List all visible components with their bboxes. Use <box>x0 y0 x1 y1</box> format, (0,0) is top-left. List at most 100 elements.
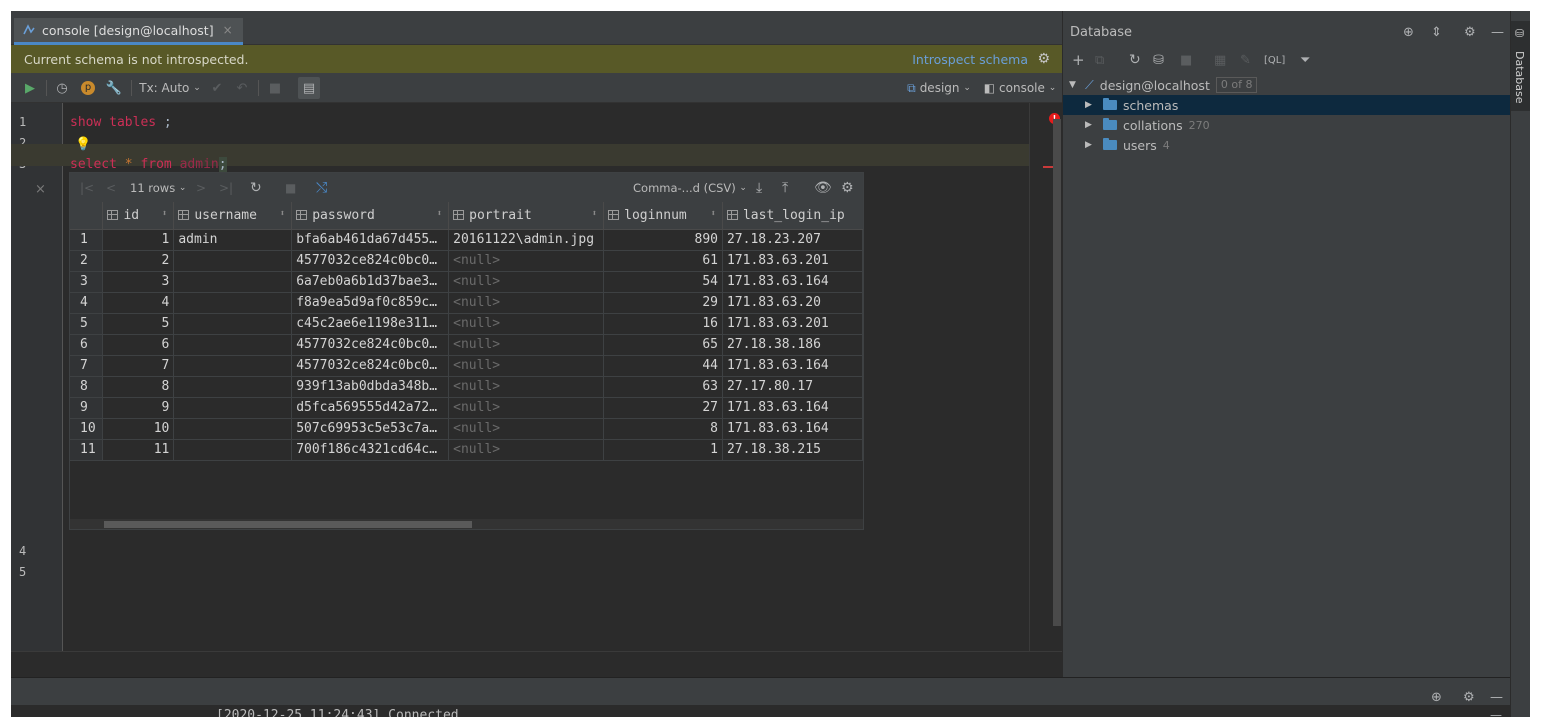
cell-password[interactable]: 939f13ab0dbda348b… <box>291 376 450 398</box>
column-header-portrait[interactable]: portrait ⬍ <box>448 202 605 230</box>
sort-icon[interactable]: ⬍ <box>592 209 597 219</box>
cell-username[interactable] <box>173 418 293 440</box>
cell-password[interactable]: 700f186c4321cd64c… <box>291 439 450 461</box>
cell-username[interactable] <box>173 250 293 272</box>
cell-last-login-ip[interactable]: 171.83.63.201 <box>722 250 864 272</box>
database-tool-tab[interactable]: ⛁ Database <box>1511 21 1530 111</box>
gear-icon[interactable]: ⚙ <box>1464 21 1476 43</box>
cell-portrait[interactable]: <null> <box>448 292 605 314</box>
cell-loginnum[interactable]: 54 <box>603 271 723 293</box>
table-row[interactable]: 4 4 f8a9ea5d9af0c859c… <null> 29 171.83.63.20 <box>70 292 864 314</box>
compare-icon[interactable]: ⤭ <box>316 173 327 202</box>
stop-icon[interactable]: ■ <box>1180 47 1192 73</box>
cell-last-login-ip[interactable]: 27.18.23.207 <box>722 229 864 251</box>
refresh-icon[interactable]: ↻ <box>250 173 262 202</box>
cell-id[interactable]: 2 <box>102 250 175 272</box>
sort-icon[interactable]: ⬍ <box>711 209 716 219</box>
table-row[interactable]: 6 6 4577032ce824c0bc0… <null> 65 27.18.38.186 <box>70 334 864 356</box>
cell-portrait[interactable]: <null> <box>448 397 605 419</box>
console-dropdown[interactable]: ◧ console ⌄ <box>983 73 1057 103</box>
cell-username[interactable] <box>173 397 293 419</box>
duplicate-icon[interactable]: ⧉ <box>1095 47 1104 73</box>
cell-password[interactable]: f8a9ea5d9af0c859c… <box>291 292 450 314</box>
stop-icon[interactable]: ■ <box>266 73 284 103</box>
cell-username[interactable]: admin <box>173 229 293 251</box>
cell-username[interactable] <box>173 292 293 314</box>
sort-icon[interactable]: ⬍ <box>437 209 442 219</box>
lightbulb-icon[interactable]: 💡 <box>75 137 91 152</box>
cell-password[interactable]: 4577032ce824c0bc0… <box>291 355 450 377</box>
last-page-icon[interactable]: >| <box>219 173 233 202</box>
cell-portrait[interactable]: <null> <box>448 355 605 377</box>
cell-last-login-ip[interactable]: 27.17.80.17 <box>722 376 864 398</box>
table-row[interactable]: 10 10 507c69953c5e53c7a… <null> 8 171.83.63.1… <box>70 418 864 440</box>
first-page-icon[interactable]: |< <box>80 173 94 202</box>
sort-icon[interactable]: ⬍ <box>162 209 167 219</box>
upload-icon[interactable]: ⤒ <box>782 173 788 202</box>
cell-last-login-ip[interactable]: 171.83.63.164 <box>722 355 864 377</box>
tree-root-connection[interactable]: ▼ ⟋ design@localhost 0 of 8 <box>1063 75 1511 95</box>
view-icon[interactable]: 👁 <box>814 173 832 202</box>
cell-username[interactable] <box>173 334 293 356</box>
cell-password[interactable]: 6a7eb0a6b1d37bae3… <box>291 271 450 293</box>
cell-id[interactable]: 5 <box>102 313 175 335</box>
cell-last-login-ip[interactable]: 171.83.63.20 <box>722 292 864 314</box>
cell-username[interactable] <box>173 271 293 293</box>
cell-loginnum[interactable]: 16 <box>603 313 723 335</box>
column-header-username[interactable]: username ⬍ <box>173 202 293 230</box>
run-icon[interactable]: ▶ <box>21 73 39 103</box>
cell-loginnum[interactable]: 65 <box>603 334 723 356</box>
expand-right-icon[interactable]: ▶ <box>1085 120 1095 130</box>
cell-loginnum[interactable]: 890 <box>603 229 723 251</box>
cell-last-login-ip[interactable]: 171.83.63.164 <box>722 418 864 440</box>
horizontal-scrollbar[interactable] <box>104 521 472 528</box>
commit-icon[interactable]: ✔ <box>208 73 226 103</box>
cell-loginnum[interactable]: 8 <box>603 418 723 440</box>
schema-count-badge[interactable]: 0 of 8 <box>1215 77 1258 93</box>
table-row[interactable]: 9 9 d5fca569555d42a72… <null> 27 171.83.63.16… <box>70 397 864 419</box>
cell-last-login-ip[interactable]: 27.18.38.215 <box>722 439 864 461</box>
cell-portrait[interactable]: <null> <box>448 439 605 461</box>
profile-icon[interactable]: p <box>79 73 97 103</box>
edit-icon[interactable]: ✎ <box>1240 47 1251 73</box>
expand-right-icon[interactable]: ▶ <box>1085 100 1095 110</box>
cell-last-login-ip[interactable]: 171.83.63.164 <box>722 271 864 293</box>
stop-icon[interactable]: ■ <box>285 173 296 202</box>
cell-portrait[interactable]: <null> <box>448 250 605 272</box>
cell-id[interactable]: 11 <box>102 439 175 461</box>
table-icon[interactable]: ▦ <box>1214 47 1226 73</box>
wrench-icon[interactable]: 🔧 <box>105 73 123 103</box>
refresh-icon[interactable]: ↻ <box>1129 47 1141 73</box>
sort-icon[interactable]: ⬍ <box>280 209 285 219</box>
table-row[interactable]: 1 1 admin bfa6ab461da67d455… 20161122\admin.… <box>70 229 864 251</box>
close-icon[interactable]: × <box>223 23 233 37</box>
cell-portrait[interactable]: <null> <box>448 376 605 398</box>
cell-loginnum[interactable]: 63 <box>603 376 723 398</box>
column-header-id[interactable]: id ⬍ <box>102 202 175 230</box>
cell-password[interactable]: 507c69953c5e53c7a… <box>291 418 450 440</box>
rollback-icon[interactable]: ↶ <box>233 73 251 103</box>
cell-password[interactable]: bfa6ab461da67d455… <box>291 229 450 251</box>
cell-portrait[interactable]: <null> <box>448 313 605 335</box>
cell-password[interactable]: c45c2ae6e1198e311… <box>291 313 450 335</box>
download-icon[interactable]: ⤓ <box>756 173 762 202</box>
cell-loginnum[interactable]: 27 <box>603 397 723 419</box>
gear-icon[interactable]: ⚙ <box>1037 51 1050 67</box>
next-page-icon[interactable]: > <box>196 173 206 202</box>
rows-dropdown[interactable]: 11 rows ⌄ <box>130 173 186 202</box>
cell-loginnum[interactable]: 29 <box>603 292 723 314</box>
cell-id[interactable]: 3 <box>102 271 175 293</box>
cell-loginnum[interactable]: 1 <box>603 439 723 461</box>
cell-username[interactable] <box>173 376 293 398</box>
introspect-schema-link[interactable]: Introspect schema <box>912 52 1028 67</box>
cell-password[interactable]: 4577032ce824c0bc0… <box>291 334 450 356</box>
column-header-password[interactable]: password ⬍ <box>291 202 450 230</box>
cell-last-login-ip[interactable]: 171.83.63.164 <box>722 397 864 419</box>
cell-portrait[interactable]: <null> <box>448 334 605 356</box>
filter-icon[interactable]: ⏷ <box>1300 47 1310 73</box>
table-row[interactable]: 3 3 6a7eb0a6b1d37bae3… <null> 54 171.83.63.16… <box>70 271 864 293</box>
prev-page-icon[interactable]: < <box>106 173 116 202</box>
cell-loginnum[interactable]: 61 <box>603 250 723 272</box>
cell-portrait[interactable]: 20161122\admin.jpg <box>448 229 605 251</box>
locate-icon[interactable]: ⊕ <box>1403 21 1414 43</box>
